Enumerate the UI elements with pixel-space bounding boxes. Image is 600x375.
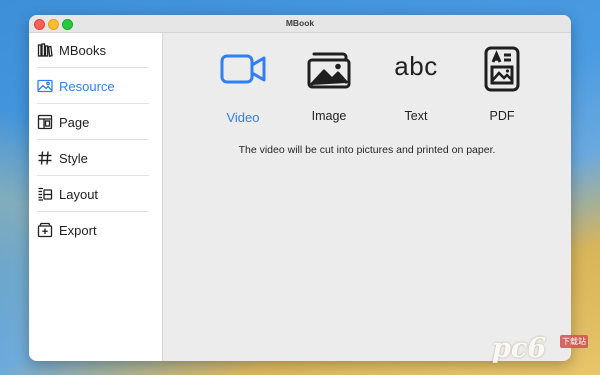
photos-icon <box>305 45 353 93</box>
resource-pdf-button[interactable]: PDF <box>465 39 539 123</box>
sidebar: MBooks Resource Page Style Layout Export <box>29 33 163 361</box>
page-icon <box>37 114 53 130</box>
resource-image-label: Image <box>311 109 347 123</box>
resource-pdf-label: PDF <box>489 109 515 123</box>
layout-icon <box>37 186 53 202</box>
sidebar-item-label: Export <box>59 222 97 238</box>
resource-hint-text: The video will be cut into pictures and … <box>238 144 496 156</box>
sidebar-item-resource[interactable]: Resource <box>37 69 149 104</box>
window-title: MBook <box>285 18 315 28</box>
sidebar-item-page[interactable]: Page <box>37 105 149 140</box>
sidebar-item-export[interactable]: Export <box>37 213 149 247</box>
content-area: Video Image abc Text PDF The video will … <box>163 33 571 361</box>
books-icon <box>37 42 53 58</box>
resource-video-button[interactable]: Video <box>206 39 280 125</box>
title-bar[interactable]: MBook <box>29 15 571 33</box>
sidebar-item-label: Resource <box>59 78 115 94</box>
resource-image-button[interactable]: Image <box>292 39 366 123</box>
video-camera-icon <box>219 45 267 93</box>
sidebar-item-label: Page <box>59 114 90 130</box>
app-window: MBook MBooks Resource Page Style Layout … <box>29 15 571 361</box>
image-icon <box>37 78 53 94</box>
abc-text-icon: abc <box>394 51 438 81</box>
resource-video-label: Video <box>226 110 260 125</box>
watermark-logo-text: pc6 <box>492 333 547 364</box>
sidebar-item-mbooks[interactable]: MBooks <box>37 33 149 68</box>
hashtag-icon <box>37 150 53 166</box>
resource-text-label: Text <box>404 109 428 123</box>
site-watermark: pc6 下载站 <box>486 330 596 370</box>
pdf-document-icon <box>478 45 526 93</box>
watermark-badge: 下载站 <box>560 335 588 348</box>
sidebar-item-label: Style <box>59 150 88 166</box>
sidebar-item-label: MBooks <box>59 42 106 58</box>
sidebar-item-layout[interactable]: Layout <box>37 177 149 212</box>
sidebar-item-label: Layout <box>59 186 99 202</box>
resource-text-button[interactable]: abc Text <box>379 39 453 123</box>
export-icon <box>37 222 53 238</box>
sidebar-item-style[interactable]: Style <box>37 141 149 176</box>
